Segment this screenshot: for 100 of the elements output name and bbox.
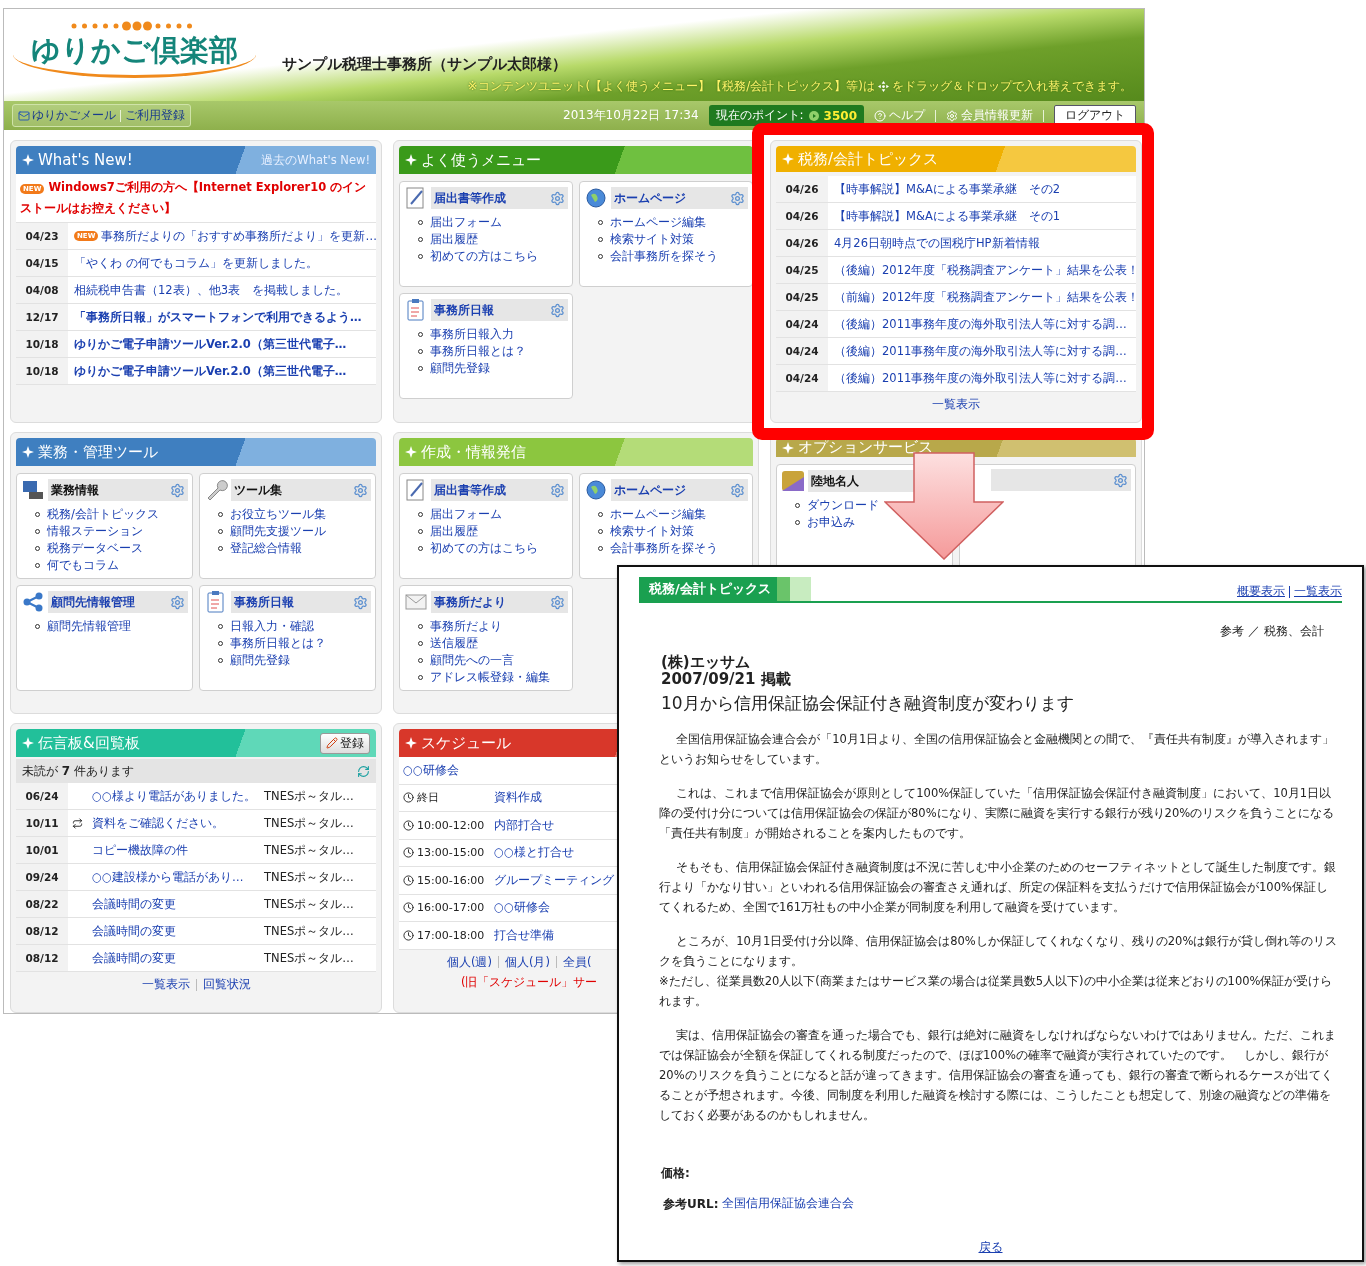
menu-link[interactable]: 顧問先情報管理 <box>47 618 131 634</box>
menu-link[interactable]: 検索サイト対策 <box>610 523 694 539</box>
menu-link[interactable]: 顧問先登録 <box>430 360 490 376</box>
menu-link[interactable]: 事務所日報とは？ <box>430 343 526 359</box>
footer-link[interactable]: 全員( <box>562 954 592 970</box>
menu-link[interactable]: アドレス帳登録・編集 <box>430 669 550 685</box>
news-link[interactable]: 相続税申告書（12表）、他3表 を掲載しました。 <box>68 277 376 303</box>
message-link[interactable]: 会議時間の変更 <box>86 891 264 917</box>
menu-link[interactable]: 届出フォーム <box>430 214 502 230</box>
url-label: 参考URL: <box>663 1196 719 1213</box>
reference-link[interactable]: 全国信用保証協会連合会 <box>722 1196 855 1213</box>
refresh-icon[interactable] <box>357 764 370 778</box>
topic-link[interactable]: （前編）2012年度「税務調査アンケート」結果を公表！ <box>828 284 1136 310</box>
message-link[interactable]: 会議時間の変更 <box>86 945 264 971</box>
settings-icon[interactable] <box>730 190 745 206</box>
topic-link[interactable]: 【時事解説】M&Aによる事業承継 その1 <box>828 203 1136 229</box>
message-link[interactable]: 資料をご確認ください。 <box>86 810 264 836</box>
schedule-link[interactable]: 資料作成 <box>494 790 542 806</box>
schedule-link[interactable]: ○○研修会 <box>494 900 551 916</box>
settings-icon[interactable] <box>730 482 745 498</box>
nav-link[interactable]: ゆりかごメール <box>18 107 116 125</box>
view-link[interactable]: 一覧表示 <box>1294 584 1342 599</box>
news-link[interactable]: 「事務所日報」がスマートフォンで利用できるよう… <box>68 304 376 330</box>
menu-link[interactable]: 送信履歴 <box>430 635 478 651</box>
menu-link[interactable]: 登記総合情報 <box>230 540 302 556</box>
schedule-link[interactable]: グループミーティング <box>494 872 614 888</box>
settings-icon[interactable] <box>170 482 185 498</box>
settings-icon[interactable] <box>550 594 565 610</box>
menu-link[interactable]: 会計事務所を探そう <box>610 248 718 264</box>
menu-link[interactable]: 事務所だより <box>430 618 502 634</box>
message-link[interactable]: ○○様より電話がありました。 <box>86 783 264 809</box>
menu-link[interactable]: 初めての方はこちら <box>430 540 538 556</box>
back-link[interactable]: 戻る <box>978 1239 1003 1256</box>
card-title[interactable]: ツール集 <box>234 482 282 498</box>
menu-link[interactable]: 情報ステーション <box>47 523 143 539</box>
card-title[interactable]: 業務情報 <box>51 482 99 498</box>
card-title-link[interactable]: ホームページ <box>614 190 686 206</box>
topic-link[interactable]: （後編）2011事務年度の海外取引法人等に対する調… <box>828 338 1136 364</box>
card-title-link[interactable]: 届出書等作成 <box>434 190 506 206</box>
footer-link[interactable]: 個人(週) <box>447 954 492 970</box>
menu-link[interactable]: 顧問先への一言 <box>430 652 514 668</box>
register-button[interactable]: 登録 <box>320 732 370 754</box>
topic-link[interactable]: （後編）2011事務年度の海外取引法人等に対する調… <box>828 311 1136 337</box>
footer-link[interactable]: 個人(月) <box>505 954 550 970</box>
message-link[interactable]: ○○建設様から電話があり… <box>86 864 264 890</box>
topic-link[interactable]: 【時事解説】M&Aによる事業承継 その2 <box>828 176 1136 202</box>
event-link[interactable]: ○○研修会 <box>403 762 460 778</box>
settings-icon[interactable] <box>550 302 565 318</box>
topic-link[interactable]: （後編）2011事務年度の海外取引法人等に対する調… <box>828 365 1136 391</box>
menu-link[interactable]: ホームページ編集 <box>610 214 706 230</box>
menu-link[interactable]: 顧問先支援ツール <box>230 523 326 539</box>
footer-link[interactable]: 回覧状況 <box>202 977 251 992</box>
schedule-link[interactable]: 打合せ準備 <box>494 927 554 943</box>
message-date: 08/22 <box>16 891 68 917</box>
card-title[interactable]: 陸地名人 <box>811 473 859 489</box>
computer-icon <box>21 478 45 502</box>
schedule-link[interactable]: 内部打合せ <box>494 817 554 833</box>
settings-icon[interactable] <box>353 482 368 498</box>
settings-icon[interactable] <box>170 594 185 610</box>
nav-link[interactable]: ご利用登録 <box>125 107 185 125</box>
menu-link[interactable]: 届出フォーム <box>430 506 502 522</box>
menu-link[interactable]: 顧問先登録 <box>230 652 290 668</box>
news-link[interactable]: ゆりかご電子申請ツールVer.2.0（第三世代電子… <box>68 358 376 384</box>
footer-link[interactable]: 一覧表示 <box>141 977 190 992</box>
message-link[interactable]: コピー機故障の件 <box>86 837 264 863</box>
menu-link[interactable]: 税務データベース <box>47 540 143 556</box>
news-link[interactable]: 「やくわ の何でもコラム」を更新しました。 <box>68 250 376 276</box>
menu-link[interactable]: 事務所日報とは？ <box>230 635 326 651</box>
card-title-link[interactable]: 事務所だより <box>434 594 506 610</box>
card-title-link[interactable]: 事務所日報 <box>434 302 494 318</box>
menu-link[interactable]: 届出履歴 <box>430 523 478 539</box>
notice-text: ※コンテンツユニット(【よく使うメニュー】【税務/会計トピックス】等)は <box>467 78 875 96</box>
menu-link[interactable]: 何でもコラム <box>47 557 119 573</box>
settings-icon[interactable] <box>353 594 368 610</box>
menu-link[interactable]: 検索サイト対策 <box>610 231 694 247</box>
clock-icon <box>403 847 414 859</box>
view-link[interactable]: 概要表示 <box>1237 584 1285 599</box>
menu-link[interactable]: 初めての方はこちら <box>430 248 538 264</box>
menu-link[interactable]: お役立ちツール集 <box>230 506 326 522</box>
news-link[interactable]: ゆりかご電子申請ツールVer.2.0（第三世代電子… <box>68 331 376 357</box>
menu-link[interactable]: 税務/会計トピックス <box>47 506 159 522</box>
card-title-link[interactable]: 届出書等作成 <box>434 482 506 498</box>
card-title-link[interactable]: 事務所日報 <box>234 594 294 610</box>
menu-link[interactable]: 日報入力・確認 <box>230 618 314 634</box>
menu-link[interactable]: 届出履歴 <box>430 231 478 247</box>
menu-link[interactable]: お申込み <box>807 514 855 530</box>
menu-link[interactable]: ホームページ編集 <box>610 506 706 522</box>
settings-icon[interactable] <box>550 190 565 206</box>
schedule-link[interactable]: ○○様と打合せ <box>494 845 575 861</box>
topic-link[interactable]: （後編）2012年度「税務調査アンケート」結果を公表！ <box>828 257 1136 283</box>
message-link[interactable]: 会議時間の変更 <box>86 918 264 944</box>
topic-link[interactable]: 4月26日朝時点での国税庁HP新着情報 <box>828 230 1136 256</box>
settings-icon[interactable] <box>1113 472 1128 488</box>
menu-link[interactable]: ダウンロード <box>807 497 879 513</box>
settings-icon[interactable] <box>550 482 565 498</box>
menu-link[interactable]: 事務所日報入力 <box>430 326 514 342</box>
card-title-link[interactable]: 顧問先情報管理 <box>51 594 135 610</box>
menu-link[interactable]: 会計事務所を探そう <box>610 540 718 556</box>
card-title-link[interactable]: ホームページ <box>614 482 686 498</box>
article-source: (株)エッサム <box>661 654 751 671</box>
